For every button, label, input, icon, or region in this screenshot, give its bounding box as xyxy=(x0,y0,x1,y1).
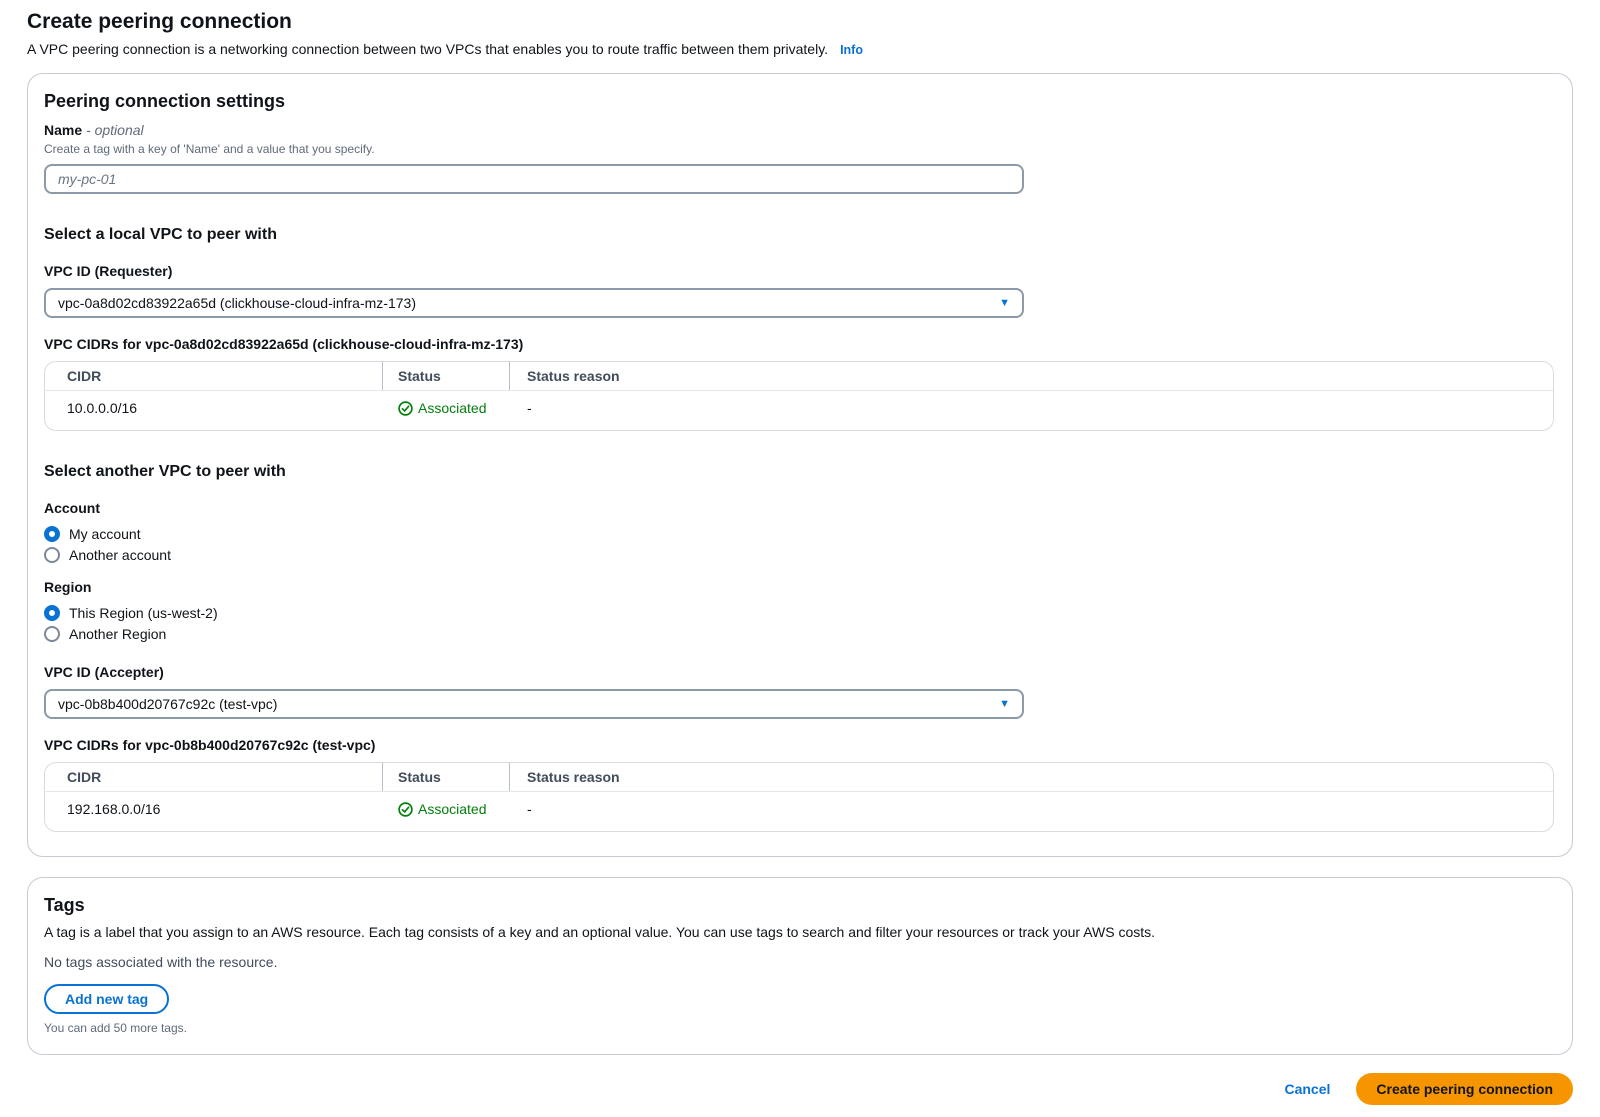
status-reason-value: - xyxy=(509,391,1553,430)
status-label: Associated xyxy=(418,801,486,818)
column-header-status: Status xyxy=(382,763,509,791)
create-peering-connection-page: Create peering connection A VPC peering … xyxy=(0,0,1600,1117)
radio-another-account[interactable]: Another account xyxy=(44,544,171,565)
vpc-requester-select[interactable]: vpc-0a8d02cd83922a65d (clickhouse-cloud-… xyxy=(44,288,1024,318)
vpc-requester-value: vpc-0a8d02cd83922a65d (clickhouse-cloud-… xyxy=(58,295,416,311)
radio-unselected-icon xyxy=(44,626,60,642)
requester-cidr-heading: VPC CIDRs for vpc-0a8d02cd83922a65d (cli… xyxy=(44,336,1552,353)
column-header-status-reason: Status reason xyxy=(509,362,1553,390)
requester-cidr-table: CIDR Status Status reason 10.0.0.0/16 As… xyxy=(44,361,1554,431)
vpc-accepter-label: VPC ID (Accepter) xyxy=(44,664,1552,681)
add-new-tag-button[interactable]: Add new tag xyxy=(44,984,169,1014)
tags-card: Tags A tag is a label that you assign to… xyxy=(27,877,1573,1055)
status-cell: Associated xyxy=(382,792,509,831)
info-link[interactable]: Info xyxy=(840,43,863,57)
accepter-cidr-heading: VPC CIDRs for vpc-0b8b400d20767c92c (tes… xyxy=(44,737,1552,754)
check-circle-icon xyxy=(398,401,413,416)
vpc-accepter-value: vpc-0b8b400d20767c92c (test-vpc) xyxy=(58,696,277,712)
page-title: Create peering connection xyxy=(27,9,1573,35)
radio-label: Another account xyxy=(69,547,171,563)
tags-description: A tag is a label that you assign to an A… xyxy=(44,923,1552,941)
accepter-cidr-table: CIDR Status Status reason 192.168.0.0/16… xyxy=(44,762,1554,832)
table-row: 10.0.0.0/16 Associated - xyxy=(45,391,1553,430)
radio-label: Another Region xyxy=(69,626,166,642)
tags-remaining-text: You can add 50 more tags. xyxy=(44,1021,1552,1036)
table-header-row: CIDR Status Status reason xyxy=(45,362,1553,391)
status-reason-value: - xyxy=(509,792,1553,831)
peering-connection-settings-card: Peering connection settings Name - optio… xyxy=(27,73,1573,857)
page-description: A VPC peering connection is a networking… xyxy=(27,41,828,57)
column-header-cidr: CIDR xyxy=(45,362,382,390)
tags-card-title: Tags xyxy=(44,894,1552,916)
region-radio-group: This Region (us-west-2) Another Region xyxy=(44,602,1552,644)
status-cell: Associated xyxy=(382,391,509,430)
chevron-down-icon: ▼ xyxy=(999,298,1010,309)
name-help-text: Create a tag with a key of 'Name' and a … xyxy=(44,142,1552,157)
status-label: Associated xyxy=(418,400,486,417)
account-radio-group: My account Another account xyxy=(44,523,1552,565)
radio-another-region[interactable]: Another Region xyxy=(44,623,166,644)
radio-selected-icon xyxy=(44,605,60,621)
radio-selected-icon xyxy=(44,526,60,542)
check-circle-icon xyxy=(398,802,413,817)
name-field: Name - optional Create a tag with a key … xyxy=(44,122,1552,194)
radio-label: My account xyxy=(69,526,141,542)
footer-actions: Cancel Create peering connection xyxy=(27,1073,1573,1117)
radio-this-region[interactable]: This Region (us-west-2) xyxy=(44,602,218,623)
status-badge: Associated xyxy=(398,801,486,818)
page-description-row: A VPC peering connection is a networking… xyxy=(27,40,1573,60)
radio-unselected-icon xyxy=(44,547,60,563)
settings-card-title: Peering connection settings xyxy=(44,90,1552,112)
table-header-row: CIDR Status Status reason xyxy=(45,763,1553,792)
radio-my-account[interactable]: My account xyxy=(44,523,141,544)
tags-empty-text: No tags associated with the resource. xyxy=(44,954,1552,971)
region-label: Region xyxy=(44,579,1552,596)
cancel-button[interactable]: Cancel xyxy=(1284,1081,1330,1097)
vpc-requester-label: VPC ID (Requester) xyxy=(44,263,1552,280)
radio-label: This Region (us-west-2) xyxy=(69,605,218,621)
remote-vpc-heading: Select another VPC to peer with xyxy=(44,462,1552,482)
column-header-status: Status xyxy=(382,362,509,390)
name-input[interactable] xyxy=(44,164,1024,194)
table-row: 192.168.0.0/16 Associated - xyxy=(45,792,1553,831)
vpc-accepter-select[interactable]: vpc-0b8b400d20767c92c (test-vpc) ▼ xyxy=(44,689,1024,719)
account-label: Account xyxy=(44,500,1552,517)
cidr-value: 192.168.0.0/16 xyxy=(45,792,382,831)
create-peering-connection-button[interactable]: Create peering connection xyxy=(1356,1073,1573,1105)
column-header-status-reason: Status reason xyxy=(509,763,1553,791)
local-vpc-heading: Select a local VPC to peer with xyxy=(44,225,1552,245)
name-label: Name - optional xyxy=(44,122,1552,139)
cidr-value: 10.0.0.0/16 xyxy=(45,391,382,430)
status-badge: Associated xyxy=(398,400,486,417)
optional-suffix: - optional xyxy=(86,122,144,138)
chevron-down-icon: ▼ xyxy=(999,699,1010,710)
column-header-cidr: CIDR xyxy=(45,763,382,791)
